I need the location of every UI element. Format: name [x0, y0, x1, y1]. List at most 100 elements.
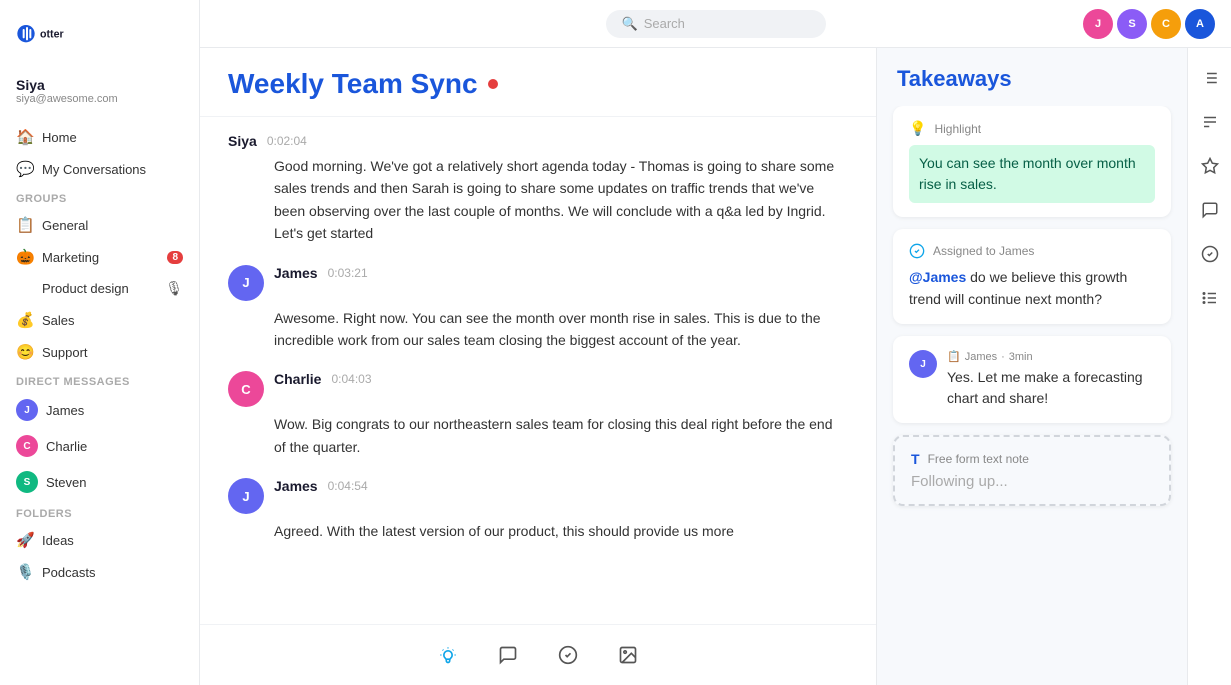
takeaways-content: 💡 Highlight You can see the month over m…: [877, 106, 1187, 685]
sidebar-item-label: Podcasts: [42, 565, 95, 580]
assigned-icon: [909, 243, 925, 259]
svg-text:otter: otter: [40, 29, 64, 41]
freeform-text[interactable]: Following up...: [911, 473, 1153, 490]
sender-name: James: [274, 478, 318, 494]
freeform-label: Free form text note: [928, 452, 1029, 466]
conversations-icon: 💬: [16, 160, 34, 178]
chat-title-text: Weekly Team Sync: [228, 68, 478, 100]
avatar-4: A: [1185, 9, 1215, 39]
home-icon: 🏠: [16, 128, 34, 146]
message-header: James 0:03:21: [274, 265, 368, 281]
message-content: Wow. Big congrats to our northeastern sa…: [228, 413, 848, 458]
message-content: Agreed. With the latest version of our p…: [228, 520, 848, 542]
takeaways-title: Takeaways: [877, 48, 1187, 106]
comment-button[interactable]: [490, 637, 526, 673]
topbar-avatars: J S C A: [1083, 9, 1215, 39]
highlight-button[interactable]: [430, 637, 466, 673]
marketing-badge: 8: [167, 251, 183, 264]
chat-footer: [200, 624, 876, 685]
sidebar-item-ideas[interactable]: 🚀 Ideas: [0, 524, 199, 556]
mic-icon: 🎙: [165, 280, 183, 297]
sidebar-item-product-design[interactable]: Product design 🎙: [0, 273, 199, 304]
avatar-3: C: [1151, 9, 1181, 39]
folders-section-label: Folders: [0, 500, 199, 524]
sidebar-item-general[interactable]: 📋 General: [0, 209, 199, 241]
resp-icon: 📋: [947, 350, 961, 363]
takeaways-panel: Takeaways 💡 Highlight You can see the mo…: [877, 48, 1187, 685]
sidebar-item-support[interactable]: 😊 Support: [0, 336, 199, 368]
toolbar-check-icon[interactable]: [1192, 236, 1228, 272]
avatar: C: [228, 371, 264, 407]
sidebar-item-label: Marketing: [42, 250, 99, 265]
user-email: siya@awesome.com: [16, 93, 183, 105]
search-bar[interactable]: 🔍 Search: [606, 10, 826, 38]
toolbar-list-icon[interactable]: [1192, 60, 1228, 96]
highlight-text: You can see the month over month rise in…: [909, 145, 1155, 203]
card-header: Assigned to James: [909, 243, 1155, 259]
freeform-card: T Free form text note Following up...: [893, 435, 1171, 506]
response-meta: 📋 James · 3min: [947, 350, 1155, 363]
avatar-1: J: [1083, 9, 1113, 39]
message-group: J James 0:03:21 Awesome. Right now. You …: [228, 265, 848, 352]
user-name: Siya: [16, 77, 183, 93]
sidebar-item-charlie[interactable]: C Charlie: [0, 428, 199, 464]
mention: @James: [909, 269, 966, 285]
sidebar-item-label: Ideas: [42, 533, 74, 548]
sidebar-item-label: Home: [42, 130, 77, 145]
avatar-2: S: [1117, 9, 1147, 39]
toolbar-highlight-icon[interactable]: [1192, 148, 1228, 184]
sidebar-item-label: Sales: [42, 313, 75, 328]
toolbar-comment-icon[interactable]: [1192, 192, 1228, 228]
ideas-icon: 🚀: [16, 531, 34, 549]
response-text: Yes. Let me make a forecasting chart and…: [947, 367, 1155, 409]
sidebar-item-home[interactable]: 🏠 Home: [0, 121, 199, 153]
live-indicator: [488, 79, 498, 89]
toolbar-bullet-icon[interactable]: [1192, 280, 1228, 316]
action-item-button[interactable]: [550, 637, 586, 673]
message-row: Siya 0:02:04: [228, 133, 848, 149]
assigned-text: @James do we believe this growth trend w…: [909, 267, 1155, 310]
timestamp: 0:02:04: [267, 134, 307, 148]
search-label: Search: [644, 16, 685, 31]
chat-messages: Siya 0:02:04 Good morning. We've got a r…: [200, 117, 876, 624]
sidebar-item-marketing[interactable]: 🎃 Marketing 8: [0, 241, 199, 273]
message-row: C Charlie 0:04:03: [228, 371, 848, 407]
sidebar-item-my-conversations[interactable]: 💬 My Conversations: [0, 153, 199, 185]
logo: otter: [0, 12, 199, 69]
search-icon: 🔍: [622, 16, 638, 32]
timestamp: 0:03:21: [328, 266, 368, 280]
message-group: Siya 0:02:04 Good morning. We've got a r…: [228, 133, 848, 245]
message-header: Charlie 0:04:03: [274, 371, 372, 387]
assigned-card: Assigned to James @James do we believe t…: [893, 229, 1171, 324]
timestamp: 0:04:54: [328, 479, 368, 493]
sidebar-item-label: Support: [42, 345, 88, 360]
groups-section-label: Groups: [0, 185, 199, 209]
sidebar-item-label: Steven: [46, 475, 86, 490]
marketing-icon: 🎃: [16, 248, 34, 266]
main-content: 🔍 Search J S C A Weekly Team Sync: [200, 0, 1231, 685]
support-icon: 😊: [16, 343, 34, 361]
card-label: Highlight: [934, 122, 981, 136]
image-button[interactable]: [610, 637, 646, 673]
sidebar-item-label: James: [46, 403, 84, 418]
message-content: Good morning. We've got a relatively sho…: [228, 155, 848, 245]
dm-section-label: Direct Messages: [0, 368, 199, 392]
toolbar-text-icon[interactable]: [1192, 104, 1228, 140]
right-toolbar: [1187, 48, 1231, 685]
chat-main: Weekly Team Sync Siya 0:02:04 Good morni…: [200, 48, 877, 685]
user-info: Siya siya@awesome.com: [0, 69, 199, 121]
sidebar-item-label: General: [42, 218, 88, 233]
response-avatar: J: [909, 350, 937, 378]
timestamp: 0:04:03: [331, 372, 371, 386]
chat-title: Weekly Team Sync: [228, 68, 848, 100]
response-card: J 📋 James · 3min Yes. Let me make a fore…: [893, 336, 1171, 423]
sidebar-item-podcasts[interactable]: 🎙️ Podcasts: [0, 556, 199, 588]
sidebar-item-james[interactable]: J James: [0, 392, 199, 428]
avatar: J: [228, 265, 264, 301]
sidebar-item-steven[interactable]: S Steven: [0, 464, 199, 500]
sidebar-item-sales[interactable]: 💰 Sales: [0, 304, 199, 336]
sender-name: Siya: [228, 133, 257, 149]
message-row: J James 0:03:21: [228, 265, 848, 301]
message-group: C Charlie 0:04:03 Wow. Big congrats to o…: [228, 371, 848, 458]
highlight-icon: 💡: [909, 120, 926, 137]
